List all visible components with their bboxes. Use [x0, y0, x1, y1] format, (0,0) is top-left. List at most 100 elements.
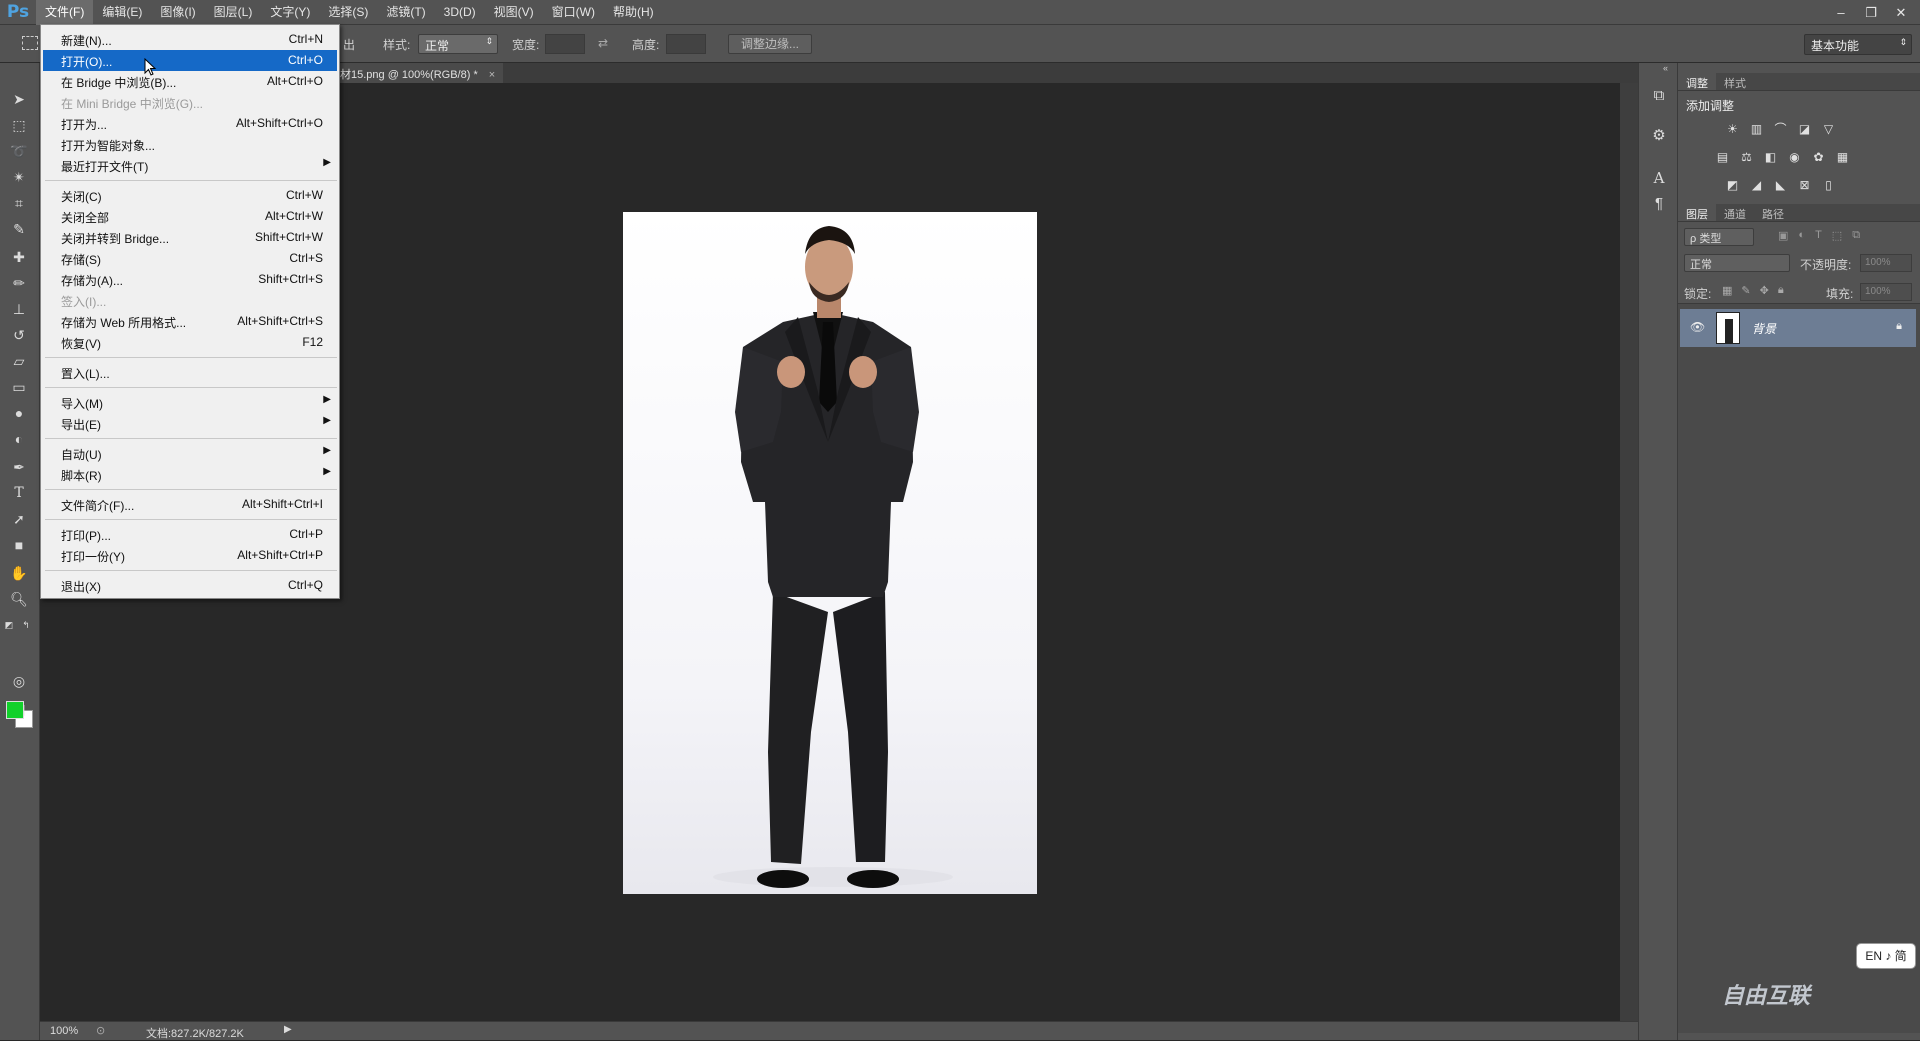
menu-view[interactable]: 视图(V) [485, 0, 543, 25]
filter-type-icon[interactable]: T [1815, 229, 1822, 242]
file-menu-item[interactable]: 关闭并转到 Bridge... Shift+Ctrl+W [43, 227, 337, 248]
history-panel-icon[interactable]: ⧉ [1648, 85, 1670, 107]
tab-styles[interactable]: 样式 [1716, 73, 1754, 90]
type-tool-icon[interactable]: T [8, 483, 30, 503]
blend-mode-select[interactable]: 正常 [1684, 254, 1790, 272]
collapse-arrows-icon[interactable]: « [1663, 63, 1668, 73]
file-menu-item[interactable]: 新建(N)... Ctrl+N [43, 29, 337, 50]
exposure-icon[interactable]: ◪ [1796, 121, 1813, 138]
history-brush-tool-icon[interactable]: ↺ [8, 325, 30, 345]
minimize-button[interactable]: – [1828, 4, 1854, 22]
zoom-level[interactable]: 100% [50, 1025, 78, 1037]
swap-icon[interactable]: ⇄ [598, 36, 608, 50]
dodge-tool-icon[interactable]: ◐ [8, 429, 30, 449]
filter-smart-icon[interactable]: ⧉ [1852, 229, 1860, 242]
width-input[interactable] [545, 34, 585, 54]
menu-select[interactable]: 选择(S) [319, 0, 377, 25]
tab-adjustments[interactable]: 调整 [1678, 73, 1716, 90]
file-menu-item[interactable]: 关闭(C) Ctrl+W [43, 185, 337, 206]
path-selection-tool-icon[interactable]: ➚ [8, 509, 30, 529]
posterize-icon[interactable]: ◢ [1748, 177, 1765, 194]
photo-filter-icon[interactable]: ◉ [1786, 149, 1803, 166]
color-balance-icon[interactable]: ⚖ [1738, 149, 1755, 166]
curves-icon[interactable]: ⌒ [1772, 121, 1789, 138]
document-tab[interactable]: 材15.png @ 100%(RGB/8) * × [332, 63, 504, 83]
file-menu-item[interactable]: 打印一份(Y) Alt+Shift+Ctrl+P [43, 545, 337, 566]
menu-help[interactable]: 帮助(H) [604, 0, 663, 25]
menu-image[interactable]: 图像(I) [151, 0, 204, 25]
file-menu-item[interactable]: 退出(X) Ctrl+Q [43, 575, 337, 596]
threshold-icon[interactable]: ◣ [1772, 177, 1789, 194]
invert-icon[interactable]: ◩ [1724, 177, 1741, 194]
file-menu-item[interactable]: 打印(P)... Ctrl+P [43, 524, 337, 545]
close-window-button[interactable]: ✕ [1888, 4, 1914, 22]
fill-input[interactable]: 100% [1860, 283, 1912, 301]
file-menu-item[interactable]: 脚本(R) ▶ [43, 464, 337, 485]
tab-channels[interactable]: 通道 [1716, 204, 1754, 221]
file-menu-item[interactable]: 导出(E) ▶ [43, 413, 337, 434]
file-menu-item[interactable]: 最近打开文件(T) ▶ [43, 155, 337, 176]
height-input[interactable] [666, 34, 706, 54]
menu-edit[interactable]: 编辑(E) [93, 0, 151, 25]
menu-window[interactable]: 窗口(W) [543, 0, 604, 25]
file-menu-item[interactable]: 存储为 Web 所用格式... Alt+Shift+Ctrl+S [43, 311, 337, 332]
zoom-tool-icon[interactable]: 🔍︎ [8, 589, 30, 609]
eyedropper-tool-icon[interactable]: ✎ [8, 219, 30, 239]
restore-button[interactable]: ❐ [1858, 4, 1884, 22]
clone-stamp-tool-icon[interactable]: ⊥ [8, 299, 30, 319]
brush-tool-icon[interactable]: ✏ [8, 273, 30, 293]
style-select[interactable]: 正常 ⇕ [418, 34, 498, 54]
color-lookup-icon[interactable]: ▦ [1834, 149, 1851, 166]
file-menu-item[interactable]: 文件简介(F)... Alt+Shift+Ctrl+I [43, 494, 337, 515]
lock-all-icon[interactable]: 🔒︎ [1778, 284, 1784, 297]
file-menu-item[interactable]: 置入(L)... [43, 362, 337, 383]
quick-mask-icon[interactable]: ◎ [8, 671, 30, 691]
file-menu-item[interactable]: 存储为(A)... Shift+Ctrl+S [43, 269, 337, 290]
gradient-map-icon[interactable]: ▯ [1820, 177, 1837, 194]
foreground-color-swatch[interactable] [6, 701, 24, 719]
hand-tool-icon[interactable]: ✋ [8, 563, 30, 583]
rectangle-tool-icon[interactable]: ■ [8, 535, 30, 555]
black-white-icon[interactable]: ◧ [1762, 149, 1779, 166]
move-tool-icon[interactable]: ➤ [8, 89, 30, 109]
magic-wand-tool-icon[interactable]: ✴ [8, 167, 30, 187]
filter-pixel-icon[interactable]: ▣ [1778, 229, 1788, 242]
layer-name[interactable]: 背景 [1752, 320, 1776, 337]
vertical-scrollbar[interactable] [1620, 83, 1638, 1021]
healing-brush-tool-icon[interactable]: ✚ [8, 247, 30, 267]
swap-colors-icon[interactable]: ↰ [20, 615, 32, 635]
lock-pixels-icon[interactable]: ✎ [1741, 284, 1750, 297]
pen-tool-icon[interactable]: ✒ [8, 457, 30, 477]
menu-type[interactable]: 文字(Y) [261, 0, 319, 25]
vibrance-icon[interactable]: ▽ [1820, 121, 1837, 138]
menu-filter[interactable]: 滤镜(T) [377, 0, 434, 25]
character-panel-icon[interactable]: A [1648, 167, 1670, 189]
file-menu-item[interactable]: 打开(O)... Ctrl+O [43, 50, 337, 71]
crop-tool-icon[interactable]: ⌗ [8, 193, 30, 213]
layer-row-background[interactable]: 👁︎ 背景 🔒︎ [1680, 309, 1916, 347]
file-menu-item[interactable]: 导入(M) ▶ [43, 392, 337, 413]
blur-tool-icon[interactable]: ● [8, 403, 30, 423]
opacity-input[interactable]: 100% [1860, 254, 1912, 272]
filter-shape-icon[interactable]: ⬚ [1832, 229, 1842, 242]
file-menu-item[interactable]: 打开为智能对象... [43, 134, 337, 155]
gradient-tool-icon[interactable]: ▭ [8, 377, 30, 397]
menu-layer[interactable]: 图层(L) [205, 0, 262, 25]
file-menu-item[interactable]: 存储(S) Ctrl+S [43, 248, 337, 269]
brightness-icon[interactable]: ☀ [1724, 121, 1741, 138]
file-menu-item[interactable]: 打开为... Alt+Shift+Ctrl+O [43, 113, 337, 134]
rect-marquee-tool-icon[interactable]: ⬚ [8, 115, 30, 135]
ime-indicator[interactable]: EN ♪ 简 [1856, 943, 1916, 969]
document-canvas-image[interactable] [623, 212, 1037, 894]
lock-position-icon[interactable]: ✥ [1760, 284, 1769, 297]
lasso-tool-icon[interactable]: ➰ [8, 141, 30, 161]
paragraph-panel-icon[interactable]: ¶ [1648, 193, 1670, 215]
menu-file[interactable]: 文件(F) [36, 0, 94, 25]
channel-mixer-icon[interactable]: ✿ [1810, 149, 1827, 166]
tab-layers[interactable]: 图层 [1678, 204, 1716, 221]
layer-kind-filter[interactable]: ρ 类型 [1684, 228, 1754, 246]
file-menu-item[interactable]: 自动(U) ▶ [43, 443, 337, 464]
selective-color-icon[interactable]: ⊠ [1796, 177, 1813, 194]
file-menu-item[interactable]: 在 Bridge 中浏览(B)... Alt+Ctrl+O [43, 71, 337, 92]
levels-icon[interactable]: ▥ [1748, 121, 1765, 138]
